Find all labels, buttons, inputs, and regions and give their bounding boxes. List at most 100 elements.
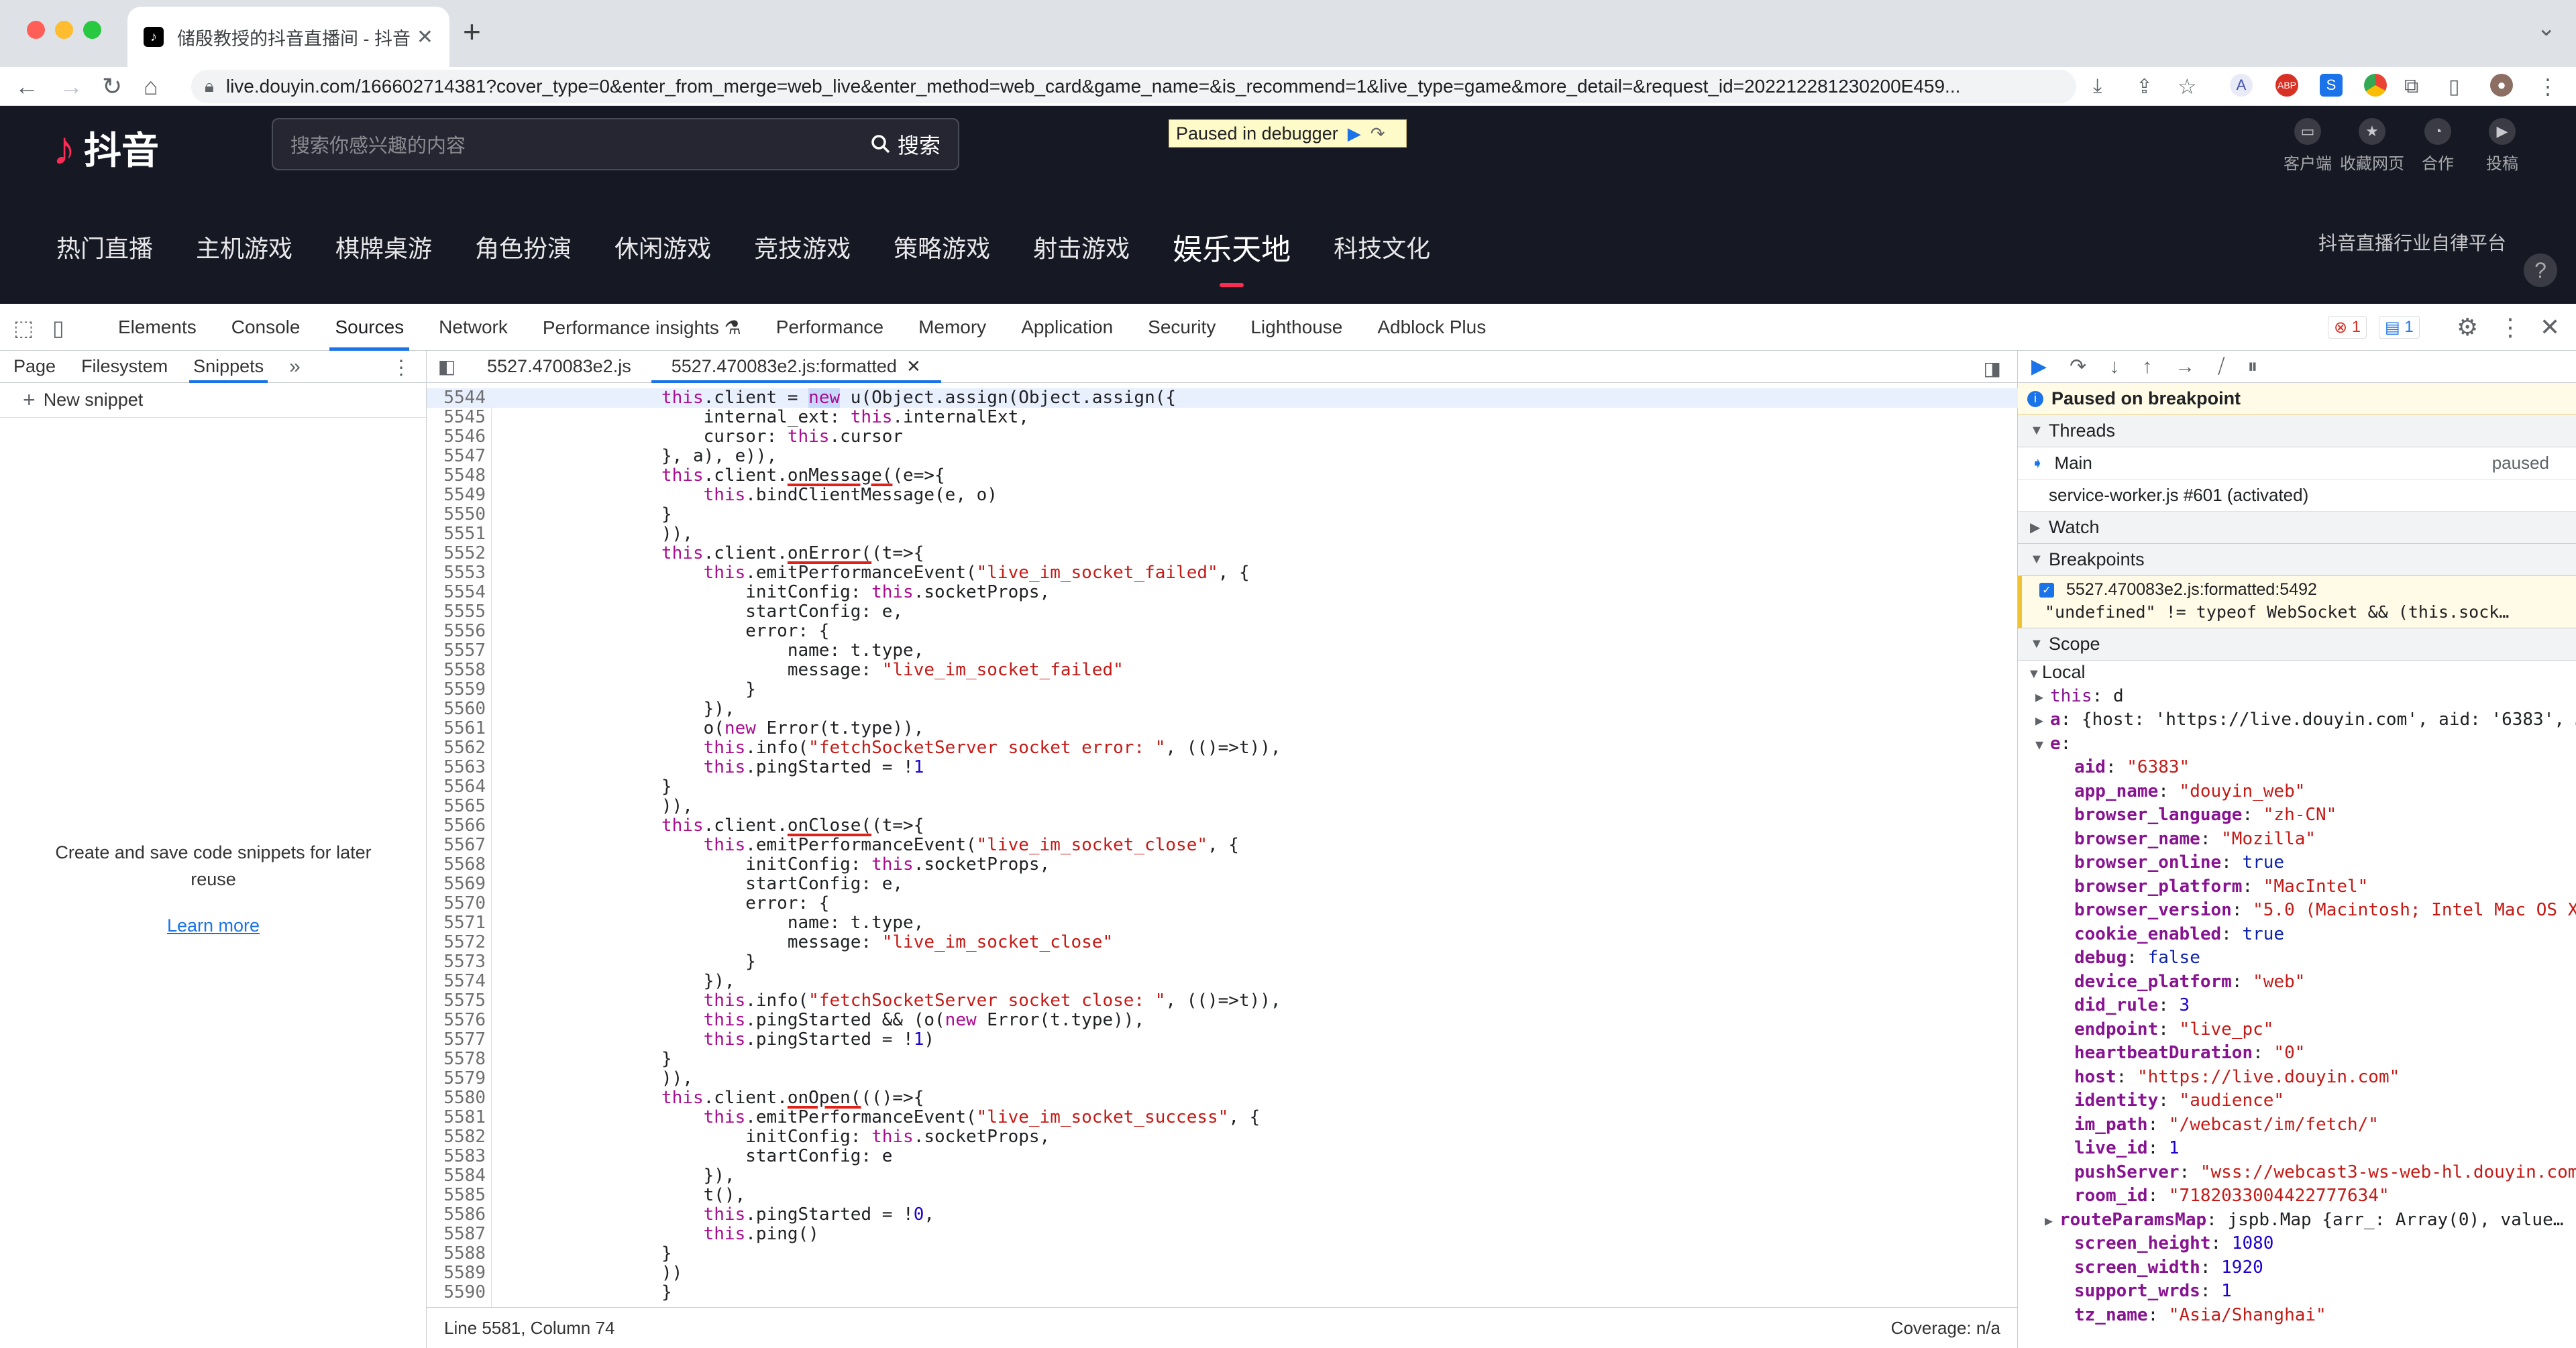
forward-arrow-icon[interactable]: → [59, 72, 83, 101]
line-number[interactable]: 5583 [427, 1147, 486, 1166]
line-number[interactable]: 5574 [427, 972, 486, 991]
code-line[interactable]: 5578} [427, 1050, 2018, 1069]
scope-property[interactable]: browser_online: true [2018, 851, 2576, 875]
code-line[interactable]: 5563 this.pingStarted = !1 [427, 758, 2018, 777]
navigator-menu-icon[interactable]: ⋮ [391, 356, 411, 380]
line-number[interactable]: 5575 [427, 991, 486, 1011]
scope-property[interactable]: tz_name: "Asia/Shanghai" [2018, 1304, 2576, 1328]
code-line[interactable]: 5584 }), [427, 1166, 2018, 1186]
code-area[interactable]: 5544 this.client = new u(Object.assign(Ob… [427, 388, 2018, 1307]
code-line[interactable]: 5576 this.pingStarted && (o(new Error(t.… [427, 1011, 2018, 1030]
line-number[interactable]: 5551 [427, 524, 486, 544]
editor-tab-formatted[interactable]: 5527.470083e2.js:formatted ✕ [651, 350, 941, 383]
address-bar[interactable]: 🔒︎ live.douyin.com/166602714381?cover_ty… [191, 70, 2076, 103]
extension-icon[interactable]: S [2320, 74, 2343, 97]
category-item[interactable]: 休闲游戏 [614, 229, 711, 264]
more-tabs-icon[interactable]: » [289, 351, 301, 383]
code-line[interactable]: 5553 this.emitPerformanceEvent("live_im_… [427, 563, 2018, 583]
line-number[interactable]: 5563 [427, 758, 486, 777]
code-line[interactable]: 5558 message: "live_im_socket_failed" [427, 661, 2018, 680]
line-number[interactable]: 5566 [427, 816, 486, 836]
line-number[interactable]: 5580 [427, 1088, 486, 1108]
chrome-menu-icon[interactable]: ⋮ [2537, 74, 2559, 99]
line-number[interactable]: 5555 [427, 602, 486, 622]
scope-property[interactable]: identity: "audience" [2018, 1089, 2576, 1113]
scope-property[interactable]: pushServer: "wss://webcast3-ws-web-hl.do… [2018, 1161, 2576, 1185]
code-line[interactable]: 5555 startConfig: e, [427, 602, 2018, 622]
code-line[interactable]: 5561 o(new Error(t.type)), [427, 719, 2018, 738]
tab-memory[interactable]: Memory [918, 304, 986, 351]
line-number[interactable]: 5590 [427, 1283, 486, 1302]
scope-local-header[interactable]: ▼Local [2018, 661, 2576, 685]
code-line[interactable]: 5546 cursor: this.cursor [427, 427, 2018, 447]
scope-property[interactable]: im_path: "/webcast/im/fetch/" [2018, 1113, 2576, 1137]
scope-section-header[interactable]: ▼ Scope [2018, 628, 2576, 661]
line-number[interactable]: 5571 [427, 913, 486, 933]
code-line[interactable]: 5573 } [427, 952, 2018, 972]
code-line[interactable]: 5568 initConfig: this.socketProps, [427, 855, 2018, 875]
code-line[interactable]: 5579)), [427, 1069, 2018, 1088]
bookmark-star-icon[interactable]: ☆ [2178, 74, 2197, 99]
code-line[interactable]: 5582 initConfig: this.socketProps, [427, 1127, 2018, 1147]
step-out-icon[interactable]: ↑ [2142, 355, 2152, 378]
new-snippet-button[interactable]: + New snippet [0, 383, 426, 418]
breakpoints-section-header[interactable]: ▼ Breakpoints [2018, 544, 2576, 576]
deactivate-breakpoints-icon[interactable]: ⧸ [2218, 355, 2224, 378]
scope-property[interactable]: app_name: "douyin_web" [2018, 780, 2576, 804]
step-over-icon[interactable]: ↷ [2070, 355, 2086, 378]
category-item[interactable]: 策略游戏 [894, 229, 990, 264]
line-number[interactable]: 5545 [427, 408, 486, 427]
tab-lighthouse[interactable]: Lighthouse [1250, 304, 1342, 351]
breakpoint-checkbox[interactable]: ✓ [2039, 583, 2054, 598]
code-line[interactable]: 5590} [427, 1283, 2018, 1302]
upload-tool[interactable]: ▶ 投稿 [2486, 118, 2518, 174]
code-line[interactable]: 5581 this.emitPerformanceEvent("live_im_… [427, 1108, 2018, 1127]
scope-property[interactable]: endpoint: "live_pc" [2018, 1018, 2576, 1042]
inspect-element-icon[interactable]: ⬚ [13, 315, 34, 341]
scope-property[interactable]: live_id: 1 [2018, 1137, 2576, 1161]
code-line[interactable]: 5559 } [427, 680, 2018, 699]
resume-icon[interactable]: ▶︎ [2031, 355, 2047, 378]
code-line[interactable]: 5560 }), [427, 699, 2018, 719]
scope-property[interactable]: ▶ a: {host: 'https://live.douyin.com', ai… [2018, 708, 2576, 732]
toggle-navigator-icon[interactable]: ◧ [427, 355, 467, 378]
tab-application[interactable]: Application [1021, 304, 1113, 351]
line-number[interactable]: 5544 [427, 388, 486, 408]
line-number[interactable]: 5579 [427, 1069, 486, 1088]
scope-property[interactable]: host: "https://live.douyin.com" [2018, 1066, 2576, 1090]
tab-performance[interactable]: Performance [776, 304, 883, 351]
back-arrow-icon[interactable]: ← [15, 72, 39, 101]
category-item[interactable]: 竞技游戏 [754, 229, 851, 264]
cooperate-tool[interactable]: ◔ 合作 [2422, 118, 2454, 174]
step-over-icon[interactable]: ↷ [1371, 123, 1385, 144]
category-item[interactable]: 热门直播 [56, 229, 153, 264]
search-button[interactable]: 搜索 [871, 129, 958, 160]
tab-sources[interactable]: Sources [329, 304, 409, 351]
search-input[interactable]: 搜索你感兴趣的内容 [290, 130, 871, 158]
code-line[interactable]: 5580 this.client.onOpen((()=>{ [427, 1088, 2018, 1108]
scope-property[interactable]: cookie_enabled: true [2018, 923, 2576, 947]
step-into-icon[interactable]: ↓ [2109, 355, 2119, 378]
code-line[interactable]: 5564} [427, 777, 2018, 797]
tab-console[interactable]: Console [231, 304, 301, 351]
code-line[interactable]: 5569 startConfig: e, [427, 875, 2018, 894]
line-number[interactable]: 5561 [427, 719, 486, 738]
code-line[interactable]: 5548 this.client.onMessage((e=>{ [427, 466, 2018, 486]
code-line[interactable]: 5571 name: t.type, [427, 913, 2018, 933]
install-icon[interactable]: ⤓ [2093, 75, 2102, 98]
line-number[interactable]: 5589 [427, 1263, 486, 1283]
code-line[interactable]: 5565)), [427, 797, 2018, 816]
line-number[interactable]: 5588 [427, 1244, 486, 1263]
category-item[interactable]: 射击游戏 [1033, 229, 1130, 264]
line-number[interactable]: 5569 [427, 875, 486, 894]
scope-property[interactable]: browser_platform: "MacIntel" [2018, 875, 2576, 899]
scope-property[interactable]: heartbeatDuration: "0" [2018, 1042, 2576, 1066]
thread-service-worker[interactable]: service-worker.js #601 (activated) [2018, 480, 2576, 512]
threads-section-header[interactable]: ▼ Threads [2018, 415, 2576, 447]
code-line[interactable]: 5557 name: t.type, [427, 641, 2018, 661]
code-line[interactable]: 5586 this.pingStarted = !0, [427, 1205, 2018, 1225]
line-number[interactable]: 5558 [427, 661, 486, 680]
tab-search-chevron-icon[interactable]: ⌄ [2537, 15, 2557, 42]
profile-avatar[interactable]: ● [2490, 74, 2513, 97]
help-icon[interactable]: ? [2524, 254, 2557, 287]
